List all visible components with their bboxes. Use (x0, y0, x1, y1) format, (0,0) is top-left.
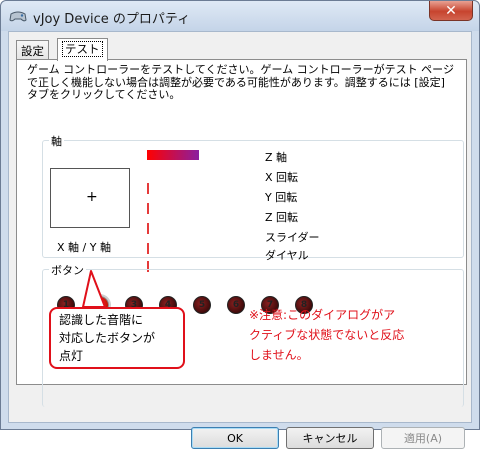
axis-label-slider: スライダー (265, 231, 320, 244)
apply-button[interactable]: 適用(A) (381, 427, 465, 449)
joystick-button-6: 6 (227, 296, 245, 314)
slider-bar (147, 243, 149, 254)
button-number: 6 (232, 300, 240, 310)
callout-annotation: 認識した音階に 対応したボタンが 点灯 (49, 307, 185, 369)
callout-line-1: 認識した音階に (59, 313, 144, 327)
note-line-1: ※注意:このダイアログがア (249, 308, 396, 322)
tab-settings-label: 設定 (21, 44, 44, 58)
tab-test[interactable]: テスト (57, 38, 108, 61)
callout-line-3: 点灯 (59, 349, 84, 363)
note-line-3: しません。 (249, 348, 309, 362)
title-bar[interactable]: vJoy Device のプロパティ ✕ (1, 1, 479, 31)
xy-axis-label: X 軸 / Y 軸 (57, 241, 111, 254)
axis-label-z-rotation: Z 回転 (265, 211, 299, 224)
x-rotation-bar (147, 183, 149, 194)
properties-window: vJoy Device のプロパティ ✕ 設定 テスト ゲーム コントローラーを… (0, 0, 480, 449)
tab-settings[interactable]: 設定 (16, 40, 49, 60)
tab-test-label: テスト (62, 41, 103, 57)
axis-label-dial: ダイヤル (265, 249, 309, 262)
joystick-button-5: 5 (193, 296, 211, 314)
warning-note: ※注意:このダイアログがア クティブな状態でないと反応 しません。 (249, 305, 439, 365)
y-rotation-bar (147, 203, 149, 214)
axes-group: 軸 + X 軸 / Y 軸 Z 軸 X 回転 Y 回転 Z 回転 スライダー ダ… (42, 133, 464, 272)
window-title: vJoy Device のプロパティ (33, 12, 191, 27)
z-rotation-bar (147, 223, 149, 234)
axis-label-z: Z 軸 (265, 151, 288, 164)
axis-label-x-rotation: X 回転 (265, 171, 299, 184)
z-axis-bar (147, 150, 199, 160)
ok-button[interactable]: OK (191, 427, 279, 449)
close-button[interactable]: ✕ (429, 1, 473, 21)
axis-label-y-rotation: Y 回転 (265, 191, 298, 204)
note-line-2: クティブな状態でないと反応 (249, 328, 405, 342)
close-icon: ✕ (445, 2, 457, 19)
buttons-group-label: ボタン (49, 262, 86, 278)
axes-group-label: 軸 (49, 133, 64, 149)
xy-axis-box: + (50, 168, 130, 228)
crosshair-marker: + (86, 189, 98, 205)
gamepad-icon (9, 11, 27, 22)
callout-line-2: 対応したボタンが (59, 331, 156, 345)
description-text: ゲーム コントローラーをテストしてください。ゲーム コントローラーがテスト ペー… (27, 63, 454, 101)
cancel-button[interactable]: キャンセル (286, 427, 374, 449)
button-number: 5 (198, 300, 206, 310)
